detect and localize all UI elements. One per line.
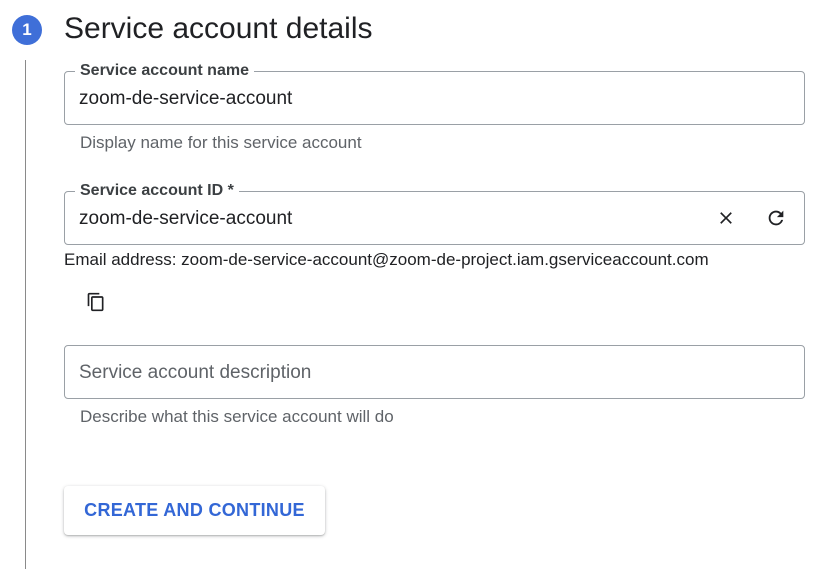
service-account-name-label: Service account name — [75, 61, 254, 81]
service-account-form: 1 Service account details Service accoun… — [0, 0, 826, 569]
service-account-description-hint: Describe what this service account will … — [80, 407, 394, 426]
service-account-description-field[interactable]: Service account description — [64, 345, 805, 399]
copy-icon[interactable] — [82, 288, 110, 316]
service-account-name-hint: Display name for this service account — [80, 133, 362, 152]
service-account-id-input[interactable]: zoom-de-service-account — [79, 208, 292, 230]
create-and-continue-button[interactable]: CREATE AND CONTINUE — [64, 486, 325, 535]
service-account-id-label: Service account ID * — [75, 181, 239, 201]
refresh-icon[interactable] — [762, 204, 790, 232]
service-account-name-field[interactable]: Service account name zoom-de-service-acc… — [64, 61, 805, 125]
service-account-name-input[interactable]: zoom-de-service-account — [79, 88, 292, 110]
create-and-continue-label: CREATE AND CONTINUE — [84, 500, 305, 520]
step-connector-line — [25, 60, 26, 569]
service-account-description-input[interactable]: Service account description — [79, 362, 311, 384]
step-number-badge: 1 — [12, 15, 42, 45]
email-address-text: Email address: zoom-de-service-account@z… — [64, 250, 709, 269]
close-icon[interactable] — [712, 204, 740, 232]
step-title: Service account details — [64, 12, 373, 45]
service-account-id-field[interactable]: Service account ID * zoom-de-service-acc… — [64, 181, 805, 245]
